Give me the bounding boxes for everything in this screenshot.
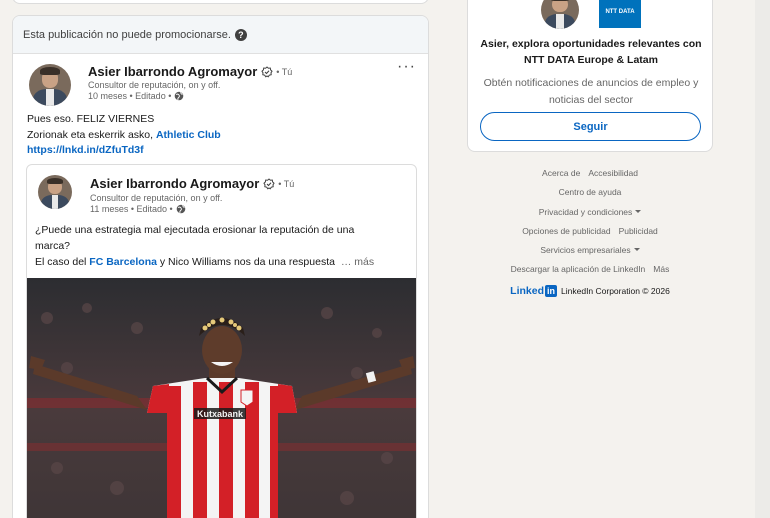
footer-about[interactable]: Acerca de [542, 168, 580, 178]
author-headline: Consultor de reputación, on y off. [88, 80, 221, 90]
reshare-connection-degree: • Tú [278, 178, 295, 189]
follow-button[interactable]: Seguir [480, 112, 701, 141]
post-meta: 10 meses • Editado • [88, 91, 184, 101]
reshare-author-headline: Consultor de reputación, on y off. [90, 193, 223, 203]
author-avatar[interactable] [29, 64, 71, 106]
help-icon[interactable]: ? [234, 28, 247, 41]
mention-fc-barcelona[interactable]: FC Barcelona [89, 256, 157, 268]
footer-advertising[interactable]: Publicidad [619, 226, 658, 236]
chevron-down-icon [635, 209, 642, 213]
post-timestamp: 10 meses • Editado • [88, 91, 172, 101]
footer-more[interactable]: Más [653, 264, 669, 274]
footer-links: Acerca de Accesibilidad Centro de ayuda P… [467, 164, 713, 297]
linkedin-logo-icon: in [545, 284, 558, 297]
more-options-icon[interactable]: ··· [397, 58, 416, 76]
author-name[interactable]: Asier Ibarrondo Agromayor [88, 64, 257, 79]
footer-brand: Linked in LinkedIn Corporation © 2026 [467, 284, 713, 297]
see-more-link[interactable]: … más [341, 256, 374, 268]
footer-business[interactable]: Servicios empresariales [540, 245, 640, 255]
reshare-text-line1: ¿Puede una estrategia mal ejecutada eros… [35, 224, 355, 236]
globe-icon [176, 204, 185, 214]
reshare-text-line3: El caso del FC Barcelona y Nico Williams… [35, 256, 375, 268]
company-card-title: Asier, explora oportunidades relevantes … [480, 38, 702, 66]
feed-column: Esta publicación no puede promocionarse.… [0, 0, 445, 518]
chevron-down-icon [633, 248, 640, 252]
verified-icon [261, 65, 273, 77]
reshare-body: ¿Puede una estrategia mal ejecutada eros… [35, 222, 407, 270]
reshared-post[interactable]: Asier Ibarrondo Agromayor • Tú Consultor… [26, 164, 417, 518]
reshare-author-name[interactable]: Asier Ibarrondo Agromayor [90, 176, 259, 191]
page-edge [755, 0, 770, 518]
promo-notice-text: Esta publicación no puede promocionarse. [23, 28, 231, 41]
football-player-image: Kutxabank [27, 278, 416, 518]
reshare-header: Asier Ibarrondo Agromayor • Tú Consultor… [38, 175, 416, 217]
post-body: Pues eso. FELIZ VIERNES Zorionak eta esk… [27, 112, 422, 159]
footer-privacy[interactable]: Privacidad y condiciones [539, 207, 642, 217]
linkedin-logo-word: Linked [510, 284, 545, 297]
post-text-line1: Pues eso. FELIZ VIERNES [27, 113, 155, 125]
reshare-author-name-line[interactable]: Asier Ibarrondo Agromayor • Tú [90, 176, 294, 191]
footer-app[interactable]: Descargar la aplicación de LinkedIn [511, 264, 646, 274]
author-name-line[interactable]: Asier Ibarrondo Agromayor • Tú [88, 64, 292, 79]
connection-degree: • Tú [276, 66, 293, 77]
footer-copyright: LinkedIn Corporation © 2026 [561, 285, 670, 296]
mention-athletic-club[interactable]: Athletic Club [156, 129, 221, 141]
post-card: Esta publicación no puede promocionarse.… [12, 15, 429, 518]
post-text-line2: Zorionak eta eskerrik asko, Athletic Clu… [27, 128, 221, 141]
user-avatar [541, 0, 579, 29]
footer-help[interactable]: Centro de ayuda [559, 187, 622, 197]
post-header: Asier Ibarrondo Agromayor • Tú Consultor… [29, 64, 419, 106]
company-follow-card: NTT DATA Asier, explora oportunidades re… [467, 0, 713, 152]
promo-notice-bar: Esta publicación no puede promocionarse.… [13, 16, 428, 54]
company-logo[interactable]: NTT DATA [599, 0, 641, 28]
post-link[interactable]: https://lnkd.in/dZfuTd3f [27, 144, 144, 156]
post-photo[interactable]: Kutxabank [27, 278, 416, 518]
footer-accessibility[interactable]: Accesibilidad [588, 168, 638, 178]
previous-card-edge [12, 0, 429, 4]
company-card-subtitle: Obtén notificaciones de anuncios de empl… [483, 77, 699, 106]
reshare-timestamp: 11 meses • Editado • [90, 204, 173, 214]
sponsor-logo-text: Kutxabank [197, 409, 244, 419]
reshare-meta: 11 meses • Editado • [90, 204, 186, 214]
globe-icon [175, 91, 184, 101]
verified-icon [263, 177, 275, 189]
reshare-author-avatar[interactable] [38, 175, 72, 209]
footer-ad-options[interactable]: Opciones de publicidad [522, 226, 610, 236]
reshare-text-line2: marca? [35, 240, 71, 252]
